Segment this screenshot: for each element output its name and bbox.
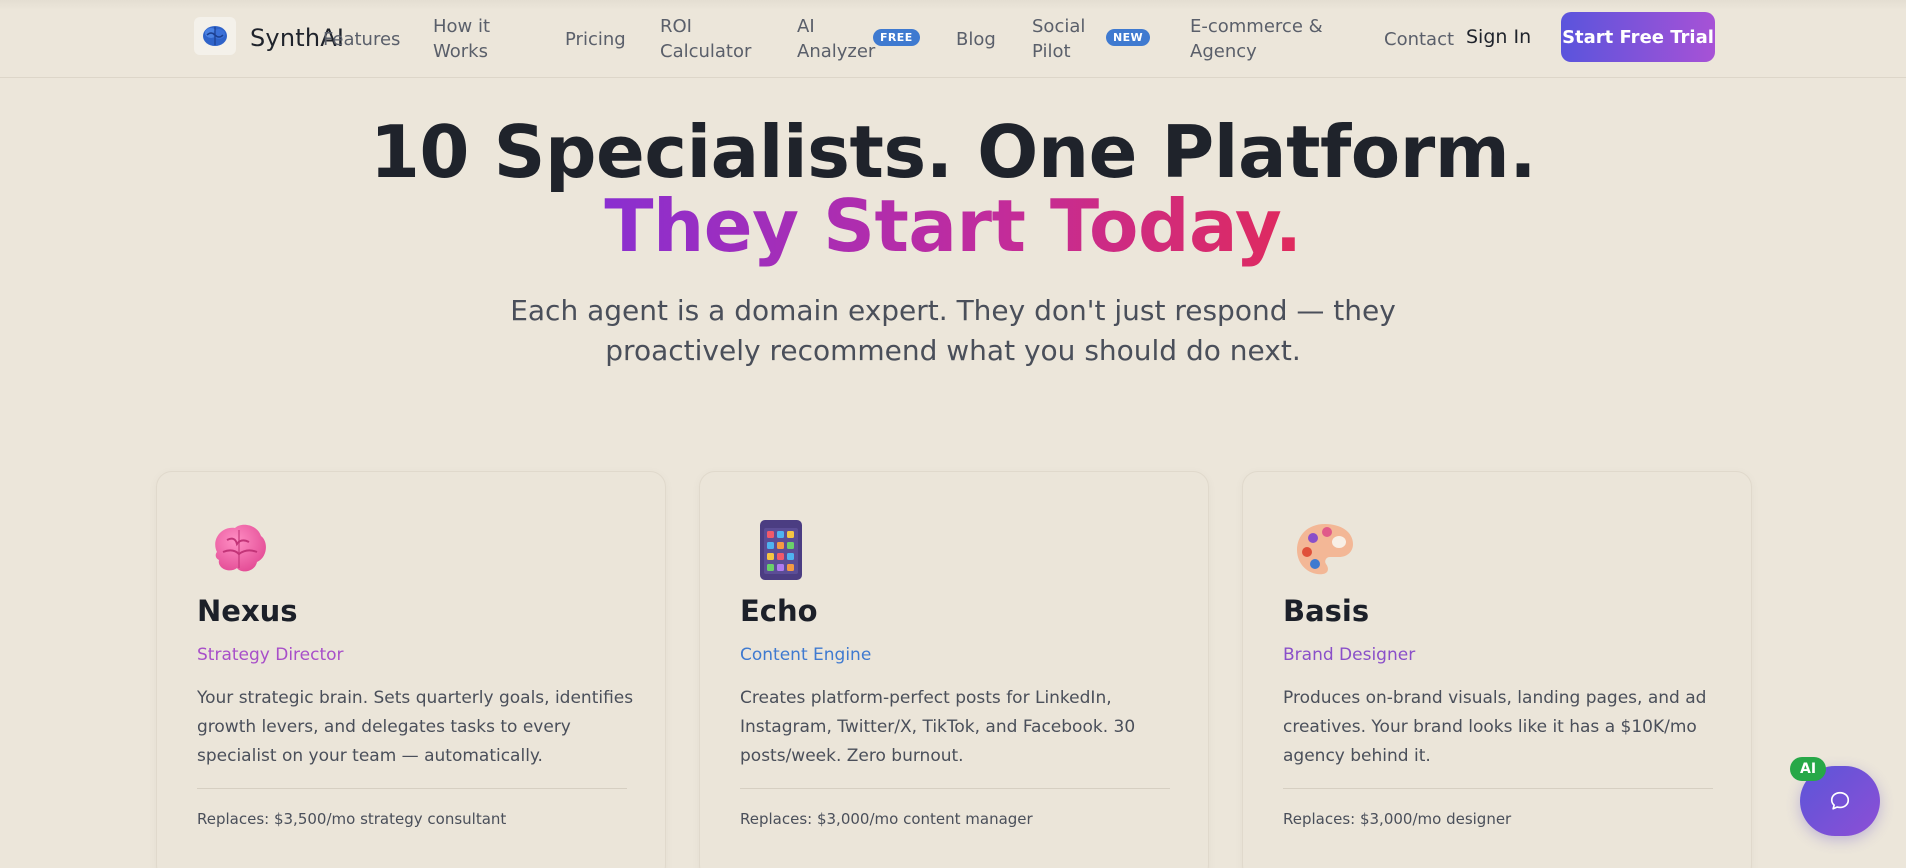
top-navigation: SynthAI Features How it Works Pricing RO… bbox=[0, 0, 1906, 78]
ai-badge: AI bbox=[1790, 757, 1827, 781]
nav-link-how-it-works[interactable]: How it Works bbox=[433, 14, 490, 64]
logo-mark[interactable] bbox=[194, 17, 236, 55]
sign-in-link[interactable]: Sign In bbox=[1466, 26, 1531, 48]
hero-title-line-2: They Start Today. bbox=[0, 184, 1906, 268]
nav-link-social-pilot[interactable]: Social Pilot bbox=[1032, 14, 1085, 64]
agent-card-echo[interactable]: Echo Content Engine Creates platform-per… bbox=[699, 471, 1209, 868]
hero-title-gradient-text: They Start Today. bbox=[604, 184, 1302, 268]
nav-link-pricing[interactable]: Pricing bbox=[565, 27, 626, 52]
card-divider bbox=[1283, 788, 1713, 789]
palette-icon bbox=[1297, 524, 1353, 575]
agent-name: Basis bbox=[1283, 594, 1370, 628]
nav-link-roi-calculator[interactable]: ROI Calculator bbox=[660, 14, 751, 64]
hero-subtitle: Each agent is a domain expert. They don'… bbox=[510, 294, 1396, 367]
nav-link-contact[interactable]: Contact bbox=[1384, 27, 1454, 52]
agent-role: Content Engine bbox=[740, 645, 872, 665]
nav-link-blog[interactable]: Blog bbox=[956, 27, 996, 52]
agent-description: Your strategic brain. Sets quarterly goa… bbox=[197, 688, 634, 766]
agent-replaces: Replaces: $3,500/mo strategy consultant bbox=[197, 810, 507, 828]
agent-replaces: Replaces: $3,000/mo designer bbox=[1283, 810, 1512, 828]
agent-name: Nexus bbox=[197, 594, 298, 628]
nav-link-features[interactable]: Features bbox=[323, 27, 400, 52]
free-badge: FREE bbox=[873, 29, 920, 46]
agent-name: Echo bbox=[740, 594, 818, 628]
agent-card-nexus[interactable]: Nexus Strategy Director Your strategic b… bbox=[156, 471, 666, 868]
agent-card-basis[interactable]: Basis Brand Designer Produces on-brand v… bbox=[1242, 471, 1752, 868]
brain-icon bbox=[215, 524, 266, 572]
nav-link-ai-analyzer[interactable]: AI Analyzer bbox=[797, 14, 875, 64]
agent-description: Produces on-brand visuals, landing pages… bbox=[1283, 688, 1707, 766]
agent-role: Strategy Director bbox=[197, 645, 344, 665]
card-divider bbox=[197, 788, 627, 789]
start-free-trial-button[interactable]: Start Free Trial bbox=[1561, 12, 1715, 62]
agent-description: Creates platform-perfect posts for Linke… bbox=[740, 688, 1136, 766]
nav-link-ecommerce-agency[interactable]: E-commerce & Agency bbox=[1190, 14, 1323, 64]
card-divider bbox=[740, 788, 1170, 789]
chat-bubble-icon bbox=[1830, 791, 1850, 810]
agent-replaces: Replaces: $3,000/mo content manager bbox=[740, 810, 1033, 828]
agent-role: Brand Designer bbox=[1283, 645, 1416, 665]
hero-title-line-1: 10 Specialists. One Platform. bbox=[369, 110, 1537, 194]
brain-logo-icon bbox=[203, 26, 227, 46]
mobile-phone-icon bbox=[760, 520, 802, 580]
new-badge: NEW bbox=[1106, 29, 1151, 46]
